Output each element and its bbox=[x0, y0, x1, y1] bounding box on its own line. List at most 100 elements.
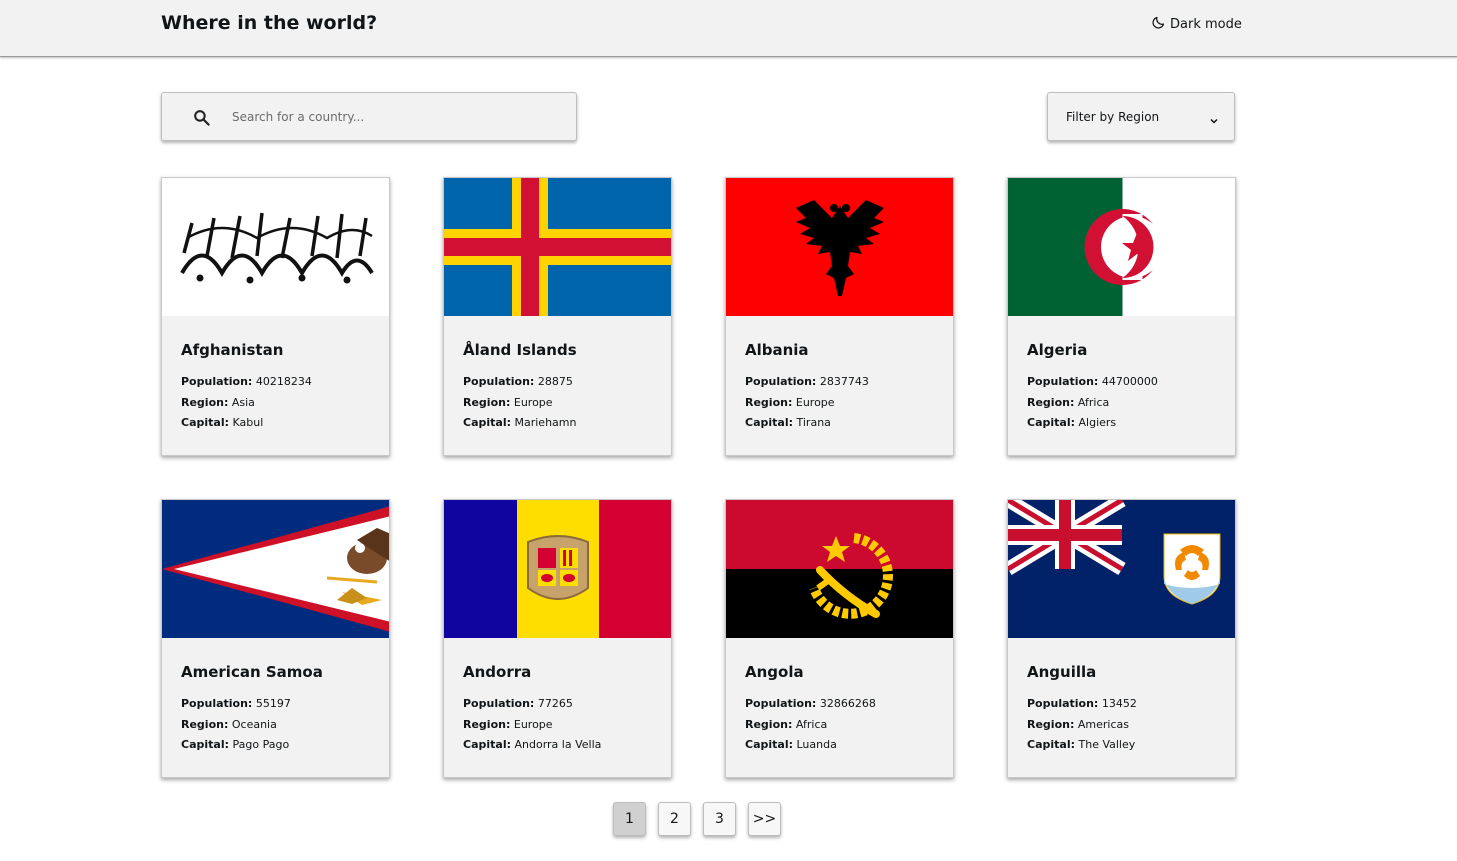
population-value: 77265 bbox=[537, 697, 573, 710]
page-button-1[interactable]: 1 bbox=[613, 802, 646, 836]
dark-mode-label: Dark mode bbox=[1170, 17, 1242, 32]
capital-value: Algiers bbox=[1078, 416, 1117, 429]
capital-row: Capital: Tirana bbox=[745, 416, 831, 429]
region-row: Region: Americas bbox=[1027, 718, 1129, 731]
country-name: Afghanistan bbox=[181, 341, 284, 359]
capital-row: Capital: Algiers bbox=[1027, 416, 1116, 429]
country-name: Algeria bbox=[1027, 341, 1088, 359]
page-button-2[interactable]: 2 bbox=[658, 802, 691, 836]
region-row: Region: Oceania bbox=[181, 718, 277, 731]
country-card-albania[interactable]: Albania Population: 2837743 Region: Euro… bbox=[725, 177, 954, 456]
capital-row: Capital: Mariehamn bbox=[463, 416, 576, 429]
population-row: Population: 32866268 bbox=[745, 697, 876, 710]
region-label: Region: bbox=[463, 396, 511, 409]
capital-value: The Valley bbox=[1078, 738, 1136, 751]
population-row: Population: 55197 bbox=[181, 697, 291, 710]
population-value: 55197 bbox=[255, 697, 291, 710]
country-name: Anguilla bbox=[1027, 663, 1097, 681]
region-row: Region: Africa bbox=[745, 718, 827, 731]
capital-label: Capital: bbox=[181, 738, 229, 751]
flag-image bbox=[1008, 178, 1235, 316]
country-name: Angola bbox=[745, 663, 804, 681]
region-row: Region: Asia bbox=[181, 396, 255, 409]
capital-label: Capital: bbox=[1027, 416, 1075, 429]
flag-image bbox=[444, 178, 671, 316]
population-value: 44700000 bbox=[1101, 375, 1158, 388]
country-card-afghanistan[interactable]: Afghanistan Population: 40218234 Region:… bbox=[161, 177, 390, 456]
region-label: Region: bbox=[745, 396, 793, 409]
flag-image bbox=[162, 500, 389, 638]
flag-image bbox=[162, 178, 389, 316]
region-filter-dropdown[interactable]: Filter by Region bbox=[1047, 92, 1235, 141]
search-box bbox=[161, 92, 577, 141]
capital-row: Capital: Luanda bbox=[745, 738, 837, 751]
country-card-andorra[interactable]: Andorra Population: 77265 Region: Europe… bbox=[443, 499, 672, 778]
capital-label: Capital: bbox=[463, 738, 511, 751]
search-icon bbox=[192, 108, 211, 127]
region-label: Region: bbox=[181, 396, 229, 409]
moon-icon bbox=[1151, 15, 1166, 34]
capital-label: Capital: bbox=[463, 416, 511, 429]
region-row: Region: Europe bbox=[745, 396, 835, 409]
region-value: Africa bbox=[1077, 396, 1110, 409]
population-value: 2837743 bbox=[819, 375, 869, 388]
population-label: Population: bbox=[745, 697, 817, 710]
flag-image bbox=[726, 178, 953, 316]
filter-label: Filter by Region bbox=[1066, 110, 1160, 124]
capital-row: Capital: The Valley bbox=[1027, 738, 1135, 751]
country-card-angola[interactable]: Angola Population: 32866268 Region: Afri… bbox=[725, 499, 954, 778]
population-row: Population: 28875 bbox=[463, 375, 573, 388]
page-button-3[interactable]: 3 bbox=[703, 802, 736, 836]
header: Where in the world? Dark mode bbox=[0, 0, 1457, 57]
capital-value: Kabul bbox=[232, 416, 264, 429]
flag-image bbox=[1008, 500, 1235, 638]
population-label: Population: bbox=[181, 697, 253, 710]
capital-row: Capital: Kabul bbox=[181, 416, 263, 429]
country-name: American Samoa bbox=[181, 663, 323, 681]
country-name: Albania bbox=[745, 341, 809, 359]
region-value: Europe bbox=[795, 396, 835, 409]
country-card-american-samoa[interactable]: American Samoa Population: 55197 Region:… bbox=[161, 499, 390, 778]
population-label: Population: bbox=[745, 375, 817, 388]
population-label: Population: bbox=[1027, 697, 1099, 710]
country-name: Andorra bbox=[463, 663, 532, 681]
capital-label: Capital: bbox=[1027, 738, 1075, 751]
capital-value: Mariehamn bbox=[514, 416, 577, 429]
dark-mode-toggle[interactable]: Dark mode bbox=[1151, 15, 1242, 34]
pagination: 1 2 3 >> bbox=[613, 802, 781, 836]
population-row: Population: 44700000 bbox=[1027, 375, 1158, 388]
population-label: Population: bbox=[181, 375, 253, 388]
capital-label: Capital: bbox=[745, 416, 793, 429]
country-card-algeria[interactable]: Algeria Population: 44700000 Region: Afr… bbox=[1007, 177, 1236, 456]
region-value: Africa bbox=[795, 718, 828, 731]
capital-value: Luanda bbox=[796, 738, 837, 751]
region-value: Europe bbox=[513, 718, 553, 731]
capital-value: Pago Pago bbox=[232, 738, 290, 751]
region-value: Asia bbox=[231, 396, 255, 409]
flag-image bbox=[726, 500, 953, 638]
capital-row: Capital: Pago Pago bbox=[181, 738, 289, 751]
next-page-button[interactable]: >> bbox=[748, 802, 781, 836]
capital-value: Andorra la Vella bbox=[514, 738, 602, 751]
region-row: Region: Africa bbox=[1027, 396, 1109, 409]
population-row: Population: 13452 bbox=[1027, 697, 1137, 710]
capital-label: Capital: bbox=[181, 416, 229, 429]
region-label: Region: bbox=[1027, 396, 1075, 409]
capital-value: Tirana bbox=[796, 416, 831, 429]
region-row: Region: Europe bbox=[463, 718, 553, 731]
region-label: Region: bbox=[1027, 718, 1075, 731]
population-row: Population: 40218234 bbox=[181, 375, 312, 388]
app-title: Where in the world? bbox=[161, 12, 378, 34]
population-label: Population: bbox=[1027, 375, 1099, 388]
population-label: Population: bbox=[463, 375, 535, 388]
search-input[interactable] bbox=[232, 105, 552, 129]
country-card-aland-islands[interactable]: Åland Islands Population: 28875 Region: … bbox=[443, 177, 672, 456]
population-label: Population: bbox=[463, 697, 535, 710]
population-value: 13452 bbox=[1101, 697, 1137, 710]
country-card-anguilla[interactable]: Anguilla Population: 13452 Region: Ameri… bbox=[1007, 499, 1236, 778]
region-row: Region: Europe bbox=[463, 396, 553, 409]
region-label: Region: bbox=[745, 718, 793, 731]
region-value: Americas bbox=[1077, 718, 1129, 731]
capital-label: Capital: bbox=[745, 738, 793, 751]
population-row: Population: 2837743 bbox=[745, 375, 869, 388]
